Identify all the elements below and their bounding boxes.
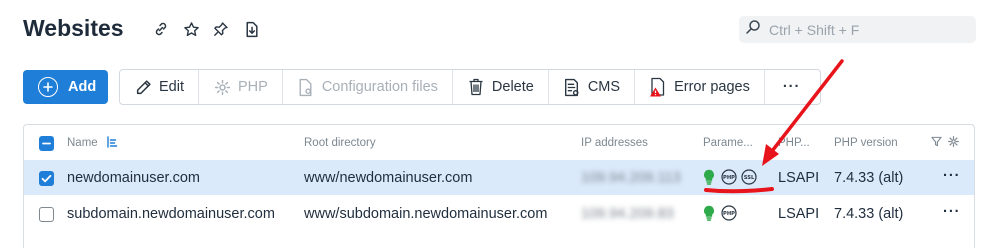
add-button-label: Add xyxy=(68,79,97,95)
svg-text:PHP: PHP xyxy=(723,211,735,217)
sort-icon[interactable] xyxy=(106,135,118,152)
select-all-checkbox[interactable] xyxy=(39,136,54,151)
cms-button[interactable]: CMS xyxy=(549,70,636,104)
php-icon: PHP xyxy=(720,169,738,189)
column-header-name[interactable]: Name xyxy=(67,137,98,149)
ssl-icon: SSL xyxy=(740,169,758,189)
filter-icon[interactable] xyxy=(931,136,942,150)
php-version: 7.4.33 (alt) xyxy=(834,170,904,186)
column-header-php-version[interactable]: PHP version xyxy=(834,137,898,149)
search-box[interactable] xyxy=(739,16,976,43)
title-actions xyxy=(152,20,260,38)
search-icon xyxy=(745,19,761,40)
column-settings-gear-icon[interactable] xyxy=(948,136,959,150)
row-menu-button[interactable]: ··· xyxy=(943,204,961,220)
root-directory: www/subdomain.newdomainuser.com xyxy=(304,206,548,222)
php-label: PHP xyxy=(238,79,268,95)
plus-circle-icon xyxy=(38,77,58,97)
column-header-parameters[interactable]: Parame... xyxy=(703,137,753,149)
row-menu-button[interactable]: ··· xyxy=(943,168,961,184)
cms-document-icon xyxy=(563,77,581,97)
gear-icon xyxy=(213,77,231,97)
config-file-icon xyxy=(297,77,315,97)
php-version: 7.4.33 (alt) xyxy=(834,206,904,222)
row-checkbox[interactable] xyxy=(39,207,54,222)
configuration-files-label: Configuration files xyxy=(321,79,438,95)
cms-label: CMS xyxy=(587,79,621,95)
svg-text:PHP: PHP xyxy=(723,175,735,181)
search-input[interactable] xyxy=(769,21,969,38)
error-page-icon xyxy=(649,77,667,97)
star-icon[interactable] xyxy=(182,20,200,38)
ip-address: 109.94.209.113 xyxy=(581,170,681,186)
row-checkbox[interactable] xyxy=(39,171,54,186)
column-header-root-directory[interactable]: Root directory xyxy=(304,137,376,149)
trash-icon xyxy=(467,77,485,97)
php-button[interactable]: PHP xyxy=(199,70,283,104)
delete-button[interactable]: Delete xyxy=(453,70,549,104)
export-icon[interactable] xyxy=(242,20,260,38)
site-name[interactable]: subdomain.newdomainuser.com xyxy=(67,206,275,222)
pin-icon[interactable] xyxy=(212,20,230,38)
php-mode: LSAPI xyxy=(778,170,820,186)
table-row[interactable]: subdomain.newdomainuser.com www/subdomai… xyxy=(24,196,974,231)
edit-button[interactable]: Edit xyxy=(120,70,199,104)
column-header-php-mode[interactable]: PHP... xyxy=(778,137,810,149)
root-directory: www/newdomainuser.com xyxy=(304,170,473,186)
lightbulb-icon xyxy=(703,205,715,226)
error-pages-button[interactable]: Error pages xyxy=(635,70,765,104)
table-header: Name Root directory IP addresses Parame.… xyxy=(24,125,974,161)
svg-text:SSL: SSL xyxy=(744,175,755,181)
lightbulb-icon xyxy=(703,169,715,190)
error-pages-label: Error pages xyxy=(674,79,750,95)
column-header-ip-addresses[interactable]: IP addresses xyxy=(581,137,648,149)
add-button[interactable]: Add xyxy=(23,70,108,104)
php-icon: PHP xyxy=(720,205,738,225)
pencil-icon xyxy=(134,77,152,97)
delete-label: Delete xyxy=(491,79,534,95)
page-title: Websites xyxy=(23,15,124,41)
link-icon[interactable] xyxy=(152,20,170,38)
ip-address: 109.94.209.83 xyxy=(581,206,674,222)
more-actions-button[interactable]: ··· xyxy=(765,70,819,104)
edit-label: Edit xyxy=(159,79,184,95)
toolbar: Edit PHP Configuration files Delete CMS … xyxy=(119,69,821,105)
configuration-files-button[interactable]: Configuration files xyxy=(283,70,453,104)
site-name[interactable]: newdomainuser.com xyxy=(67,170,200,186)
table-row[interactable]: newdomainuser.com www/newdomainuser.com … xyxy=(24,160,974,195)
websites-table: Name Root directory IP addresses Parame.… xyxy=(23,124,975,248)
php-mode: LSAPI xyxy=(778,206,820,222)
